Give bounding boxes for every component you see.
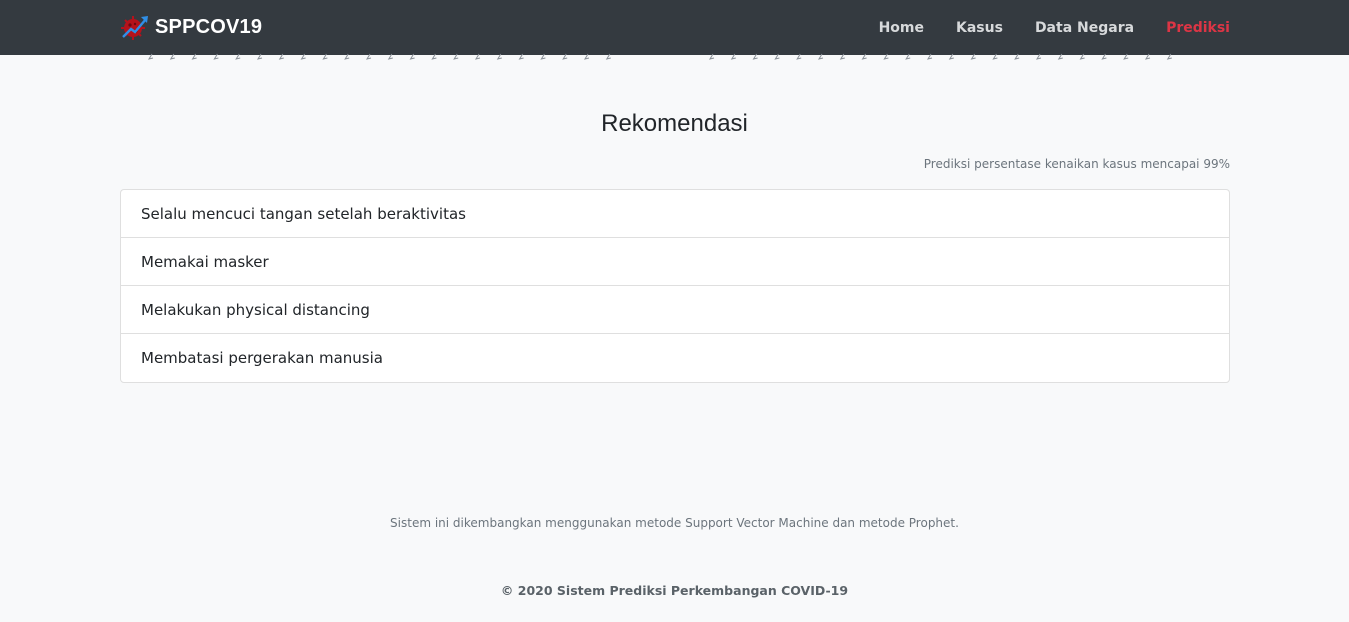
footer-method-note: Sistem ini dikembangkan menggunakan meto…	[390, 516, 959, 530]
decorative-wave-border	[147, 53, 1172, 60]
top-navbar: SPPCOV19 Home Kasus Data Negara Prediksi	[0, 0, 1349, 55]
nav-item-data-negara[interactable]: Data Negara	[1035, 20, 1134, 36]
list-item: Selalu mencuci tangan setelah beraktivit…	[121, 190, 1229, 238]
list-item: Melakukan physical distancing	[121, 286, 1229, 334]
footer-copyright: © 2020 Sistem Prediksi Perkembangan COVI…	[500, 583, 849, 598]
brand-link[interactable]: SPPCOV19	[121, 13, 262, 41]
prediction-summary: Prediksi persentase kenaikan kasus menca…	[923, 157, 1230, 171]
brand-name: SPPCOV19	[155, 15, 263, 38]
list-item: Memakai masker	[121, 238, 1229, 286]
page-title: Rekomendasi	[601, 110, 748, 137]
virus-chart-icon	[121, 16, 148, 40]
nav-item-kasus[interactable]: Kasus	[956, 20, 1003, 36]
nav-item-home[interactable]: Home	[879, 20, 924, 36]
nav-item-prediksi[interactable]: Prediksi	[1166, 20, 1230, 36]
recommendation-list: Selalu mencuci tangan setelah beraktivit…	[120, 189, 1230, 383]
list-item: Membatasi pergerakan manusia	[141, 349, 383, 367]
main-nav: Home Kasus Data Negara Prediksi	[879, 0, 1230, 55]
